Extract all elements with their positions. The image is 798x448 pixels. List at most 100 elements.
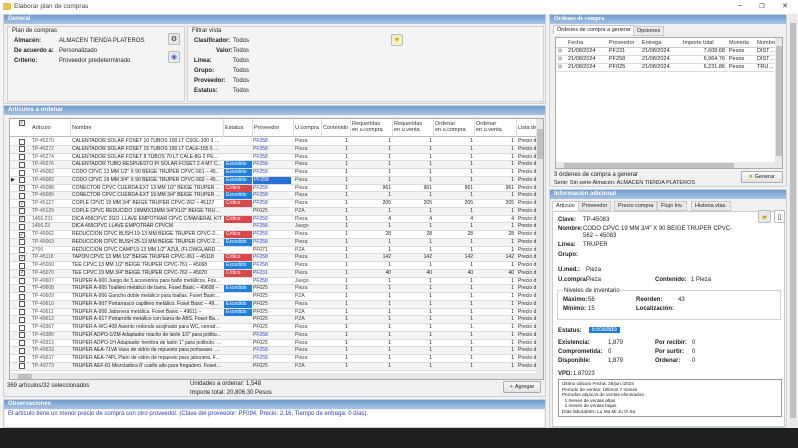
row-checkbox[interactable]: [19, 138, 25, 145]
proveedor-cell[interactable]: PF258: [253, 231, 293, 238]
table-row[interactable]: ▶ TP-45083 CODO CPVC 19 MM 3/4" X 90 BEIGE…: [10, 176, 536, 185]
proveedor-cell[interactable]: PF025: [253, 363, 293, 370]
quantity-cell[interactable]: 1: [476, 301, 514, 308]
quantity-cell[interactable]: 1: [435, 363, 473, 370]
quantity-cell[interactable]: 1: [435, 138, 473, 145]
ordenes-vscroll[interactable]: [775, 38, 782, 162]
column-header[interactable]: Requeridas en u.venta: [394, 121, 435, 133]
table-row[interactable]: TP-49612 TRUPER A-917 Portarrollo metálic…: [10, 316, 536, 324]
settings-button[interactable]: ⚙: [168, 33, 180, 45]
table-row[interactable]: TP-45272 CALENTADOR SOLAR FOSET 15 TUBOS …: [10, 145, 536, 154]
proveedor-cell[interactable]: PF071: [253, 247, 293, 254]
order-row[interactable]: ⊞ 21/08/2024 PF025 21/08/2024 6,231.86 Pesos T…: [556, 64, 777, 72]
column-header[interactable]: Importe total: [683, 40, 725, 46]
proveedor-cell[interactable]: PF258: [253, 138, 293, 145]
quantity-cell[interactable]: 1: [476, 138, 514, 145]
refresh-button[interactable]: ◉: [168, 51, 180, 63]
quantity-cell[interactable]: 1: [435, 301, 473, 308]
quantity-cell[interactable]: 1: [435, 146, 473, 153]
row-checkbox[interactable]: [19, 239, 25, 246]
quantity-cell[interactable]: 1: [435, 247, 473, 254]
quantity-cell[interactable]: 1: [476, 177, 514, 184]
generar-button[interactable]: ■ Generar: [741, 171, 783, 183]
row-checkbox[interactable]: ✓: [19, 216, 25, 222]
quantity-cell[interactable]: 1: [476, 347, 514, 354]
row-checkbox[interactable]: [19, 324, 25, 331]
proveedor-cell[interactable]: PF025: [253, 309, 293, 316]
agregar-button[interactable]: + Agregar: [503, 381, 541, 393]
row-checkbox[interactable]: ✓: [19, 270, 25, 277]
table-row[interactable]: TP-45089 CONECTOR CPVC CUERDA EXT 19 MM 3…: [10, 192, 536, 200]
table-row[interactable]: TP-45276 CALENTADOR TUBO RESPUESTO P/ SOL…: [10, 161, 536, 169]
quantity-cell[interactable]: 205: [435, 200, 473, 207]
table-row[interactable]: ✓ TP-45088 CONECTOR CPVC CUERDA EXT 13 MM …: [10, 184, 536, 193]
table-row[interactable]: TP-49611 TRUPER A-908 Jabonera metálica. …: [10, 308, 536, 317]
column-header[interactable]: Ordenar en u.venta: [476, 121, 517, 133]
expand-icon[interactable]: ⊞: [558, 48, 562, 55]
quantity-cell[interactable]: 961: [476, 185, 514, 192]
quantity-cell[interactable]: 1: [435, 285, 473, 292]
row-checkbox[interactable]: [19, 247, 25, 253]
quantity-cell[interactable]: 1: [476, 355, 514, 362]
row-checkbox[interactable]: [19, 293, 25, 300]
quantity-cell[interactable]: 1: [476, 169, 514, 176]
ordenes-hscroll[interactable]: [556, 162, 782, 168]
column-header[interactable]: Moneda: [729, 40, 757, 46]
quantity-cell[interactable]: 1: [435, 208, 473, 215]
table-row[interactable]: TP-49633 TRUPER AEA-71VA Vaso de vidrio d…: [10, 347, 536, 355]
quantity-cell[interactable]: 1: [435, 324, 473, 331]
table-row[interactable]: TP-49386 TRUPER ADPO-1/2M Adaptador macho…: [10, 331, 536, 340]
horizontal-scrollbar[interactable]: [10, 373, 543, 379]
row-checkbox[interactable]: [19, 146, 25, 153]
proveedor-cell[interactable]: PF258: [253, 278, 293, 285]
proveedor-cell[interactable]: PF258: [253, 216, 293, 223]
quantity-cell[interactable]: 1: [435, 355, 473, 362]
quantity-cell[interactable]: 1: [435, 169, 473, 176]
vertical-scrollbar[interactable]: [536, 119, 543, 373]
quantity-cell[interactable]: 1: [476, 247, 514, 254]
quantity-cell[interactable]: 1: [435, 239, 473, 246]
proveedor-cell[interactable]: PF258: [253, 176, 291, 184]
column-header[interactable]: Fecha: [568, 40, 608, 46]
table-row[interactable]: TP-49367 TRUPER A-WC-408 Asiento redondo …: [10, 324, 536, 332]
page-vscroll[interactable]: [789, 14, 797, 428]
row-checkbox[interactable]: [19, 169, 25, 176]
proveedor-cell[interactable]: PF025: [253, 285, 293, 292]
close-button[interactable]: ✕: [778, 2, 792, 10]
quantity-cell[interactable]: 1: [476, 285, 514, 292]
table-row[interactable]: TP-45274 CALENTADOR SOLAR FOSET 8 TUBOS 7…: [10, 153, 536, 162]
quantity-cell[interactable]: 28: [435, 231, 473, 238]
proveedor-cell[interactable]: PF258: [253, 223, 293, 230]
column-header[interactable]: Requeridas en u.compra: [352, 121, 394, 133]
info-tab[interactable]: Artículo: [552, 201, 579, 210]
quantity-cell[interactable]: 1: [476, 293, 514, 300]
column-header[interactable]: Nombre: [72, 125, 222, 131]
proveedor-cell[interactable]: PF258: [253, 200, 293, 207]
filter-button[interactable]: ▼: [391, 34, 403, 46]
quantity-cell[interactable]: 1: [476, 309, 514, 316]
row-checkbox[interactable]: [19, 223, 25, 230]
table-row[interactable]: TP-49607 TRUPER A-900 Juego de 5 accesori…: [10, 277, 536, 286]
quantity-cell[interactable]: 1: [476, 223, 514, 230]
table-row[interactable]: TP-49610 TRUPER A-907 Portarrasco capille…: [10, 300, 536, 309]
column-header[interactable]: Lista de: [518, 125, 538, 131]
quantity-cell[interactable]: 1: [476, 208, 514, 215]
row-checkbox[interactable]: ✓: [19, 200, 25, 207]
table-row[interactable]: ✓ TP-45062 REDUCCION CPVC BUSH 19-13 MM BE…: [10, 231, 536, 239]
quantity-cell[interactable]: 1: [435, 161, 473, 168]
table-row[interactable]: TP-45082 CODO CPVC 13 MM 1/2" X 90 BEIGE …: [10, 169, 536, 177]
quantity-cell[interactable]: 1: [476, 239, 514, 246]
open-folder-button[interactable]: ▰: [758, 210, 771, 223]
column-header[interactable]: Nombre: [757, 40, 777, 46]
quantity-cell[interactable]: 1: [435, 293, 473, 300]
row-checkbox[interactable]: [19, 363, 25, 370]
proveedor-cell[interactable]: PF258: [253, 347, 293, 354]
quantity-cell[interactable]: 1: [476, 192, 514, 199]
quantity-cell[interactable]: 142: [476, 254, 514, 261]
quantity-cell[interactable]: 28: [476, 231, 514, 238]
quantity-cell[interactable]: 1: [476, 316, 514, 323]
quantity-cell[interactable]: 1: [435, 309, 473, 316]
proveedor-cell[interactable]: PF025: [253, 301, 293, 308]
proveedor-cell[interactable]: PF258: [253, 239, 293, 246]
order-row[interactable]: ⊞ 21/08/2024 PF258 21/08/2024 6,964.76 Pesos D…: [556, 56, 777, 64]
